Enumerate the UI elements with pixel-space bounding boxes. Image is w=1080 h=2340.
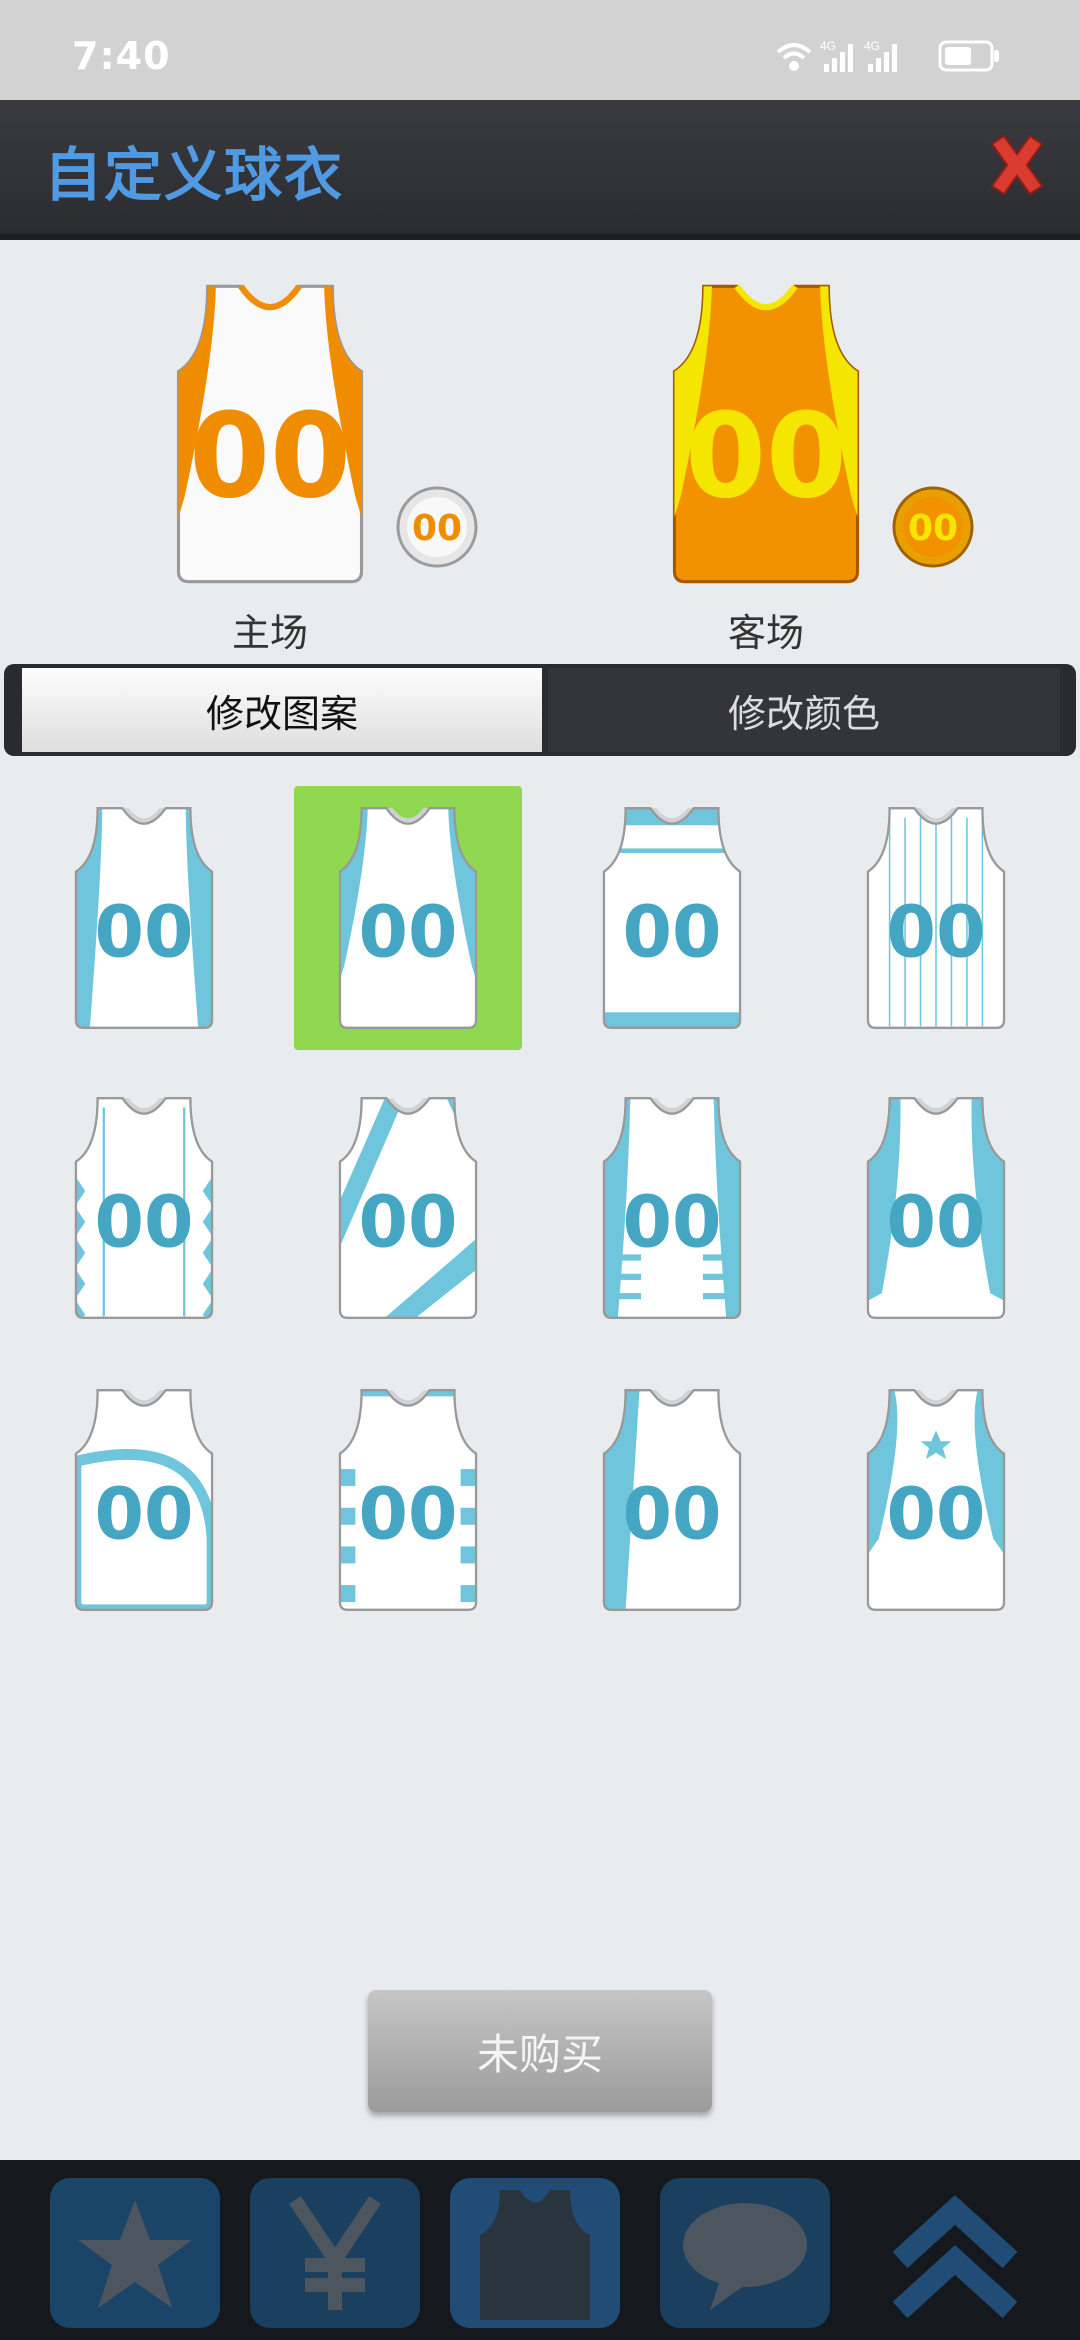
jersey-number: 00 [623, 1181, 722, 1264]
home-label: 主场 [231, 611, 308, 655]
wifi-icon [776, 43, 812, 71]
jersey-number: 00 [95, 1181, 194, 1264]
jersey-number: 00 [359, 891, 458, 974]
jersey-pattern-12[interactable]: 00 [822, 1368, 1050, 1632]
jersey-number: 00 [887, 1473, 986, 1556]
jersey-pattern-icon: 00 [338, 1389, 478, 1611]
jersey-number: 00 [95, 891, 194, 974]
jersey-pattern-icon: 00 [338, 807, 478, 1029]
jersey-pattern-icon: 00 [338, 1097, 478, 1319]
jersey-number: 00 [623, 891, 722, 974]
jersey-pattern-1[interactable]: 00 [30, 786, 258, 1050]
page-title: 自定义球衣 [44, 141, 345, 209]
jersey-pattern-3[interactable]: 00 [558, 786, 786, 1050]
svg-text:00: 00 [412, 508, 462, 549]
yen-icon[interactable] [240, 2170, 430, 2335]
jersey-pattern-11[interactable]: 00 [558, 1368, 786, 1632]
home-badge-icon[interactable]: 00 [396, 486, 478, 568]
jersey-pattern-icon: 00 [602, 1097, 742, 1319]
svg-text:00: 00 [908, 508, 958, 549]
jersey-pattern-10[interactable]: 00 [294, 1368, 522, 1632]
bottom-nav [0, 2160, 1080, 2340]
chat-icon[interactable] [650, 2170, 840, 2335]
jersey-pattern-icon: 00 [74, 1389, 214, 1611]
status-icons: 4G 4G [776, 39, 999, 72]
away-badge-icon[interactable]: 00 [892, 486, 974, 568]
tab-modify-color[interactable]: 修改颜色 [548, 668, 1060, 752]
jersey-number: 00 [359, 1473, 458, 1556]
status-time: 7:40 [72, 34, 171, 78]
jersey-number: 00 [359, 1181, 458, 1264]
jersey-pattern-icon: 00 [866, 807, 1006, 1029]
jersey-pattern-icon: 00 [602, 807, 742, 1029]
tab-bar: 修改图案 修改颜色 [4, 664, 1076, 756]
tab-modify-pattern[interactable]: 修改图案 [22, 668, 542, 752]
jersey-pattern-icon: 00 [74, 807, 214, 1029]
battery-icon [938, 40, 999, 72]
star-icon[interactable] [40, 2170, 230, 2335]
network-type-1: 4G [820, 39, 836, 53]
jersey-pattern-7[interactable]: 00 [558, 1076, 786, 1340]
jersey-icon[interactable] [440, 2170, 630, 2335]
jersey-number: 00 [887, 891, 986, 974]
jersey-pattern-icon: 00 [74, 1097, 214, 1319]
chevron-up-icon[interactable] [860, 2170, 1050, 2335]
status-bar: 7:40 4G 4G [0, 0, 1080, 100]
jersey-pattern-6[interactable]: 00 [294, 1076, 522, 1340]
not-purchased-button[interactable]: 未购买 [368, 1990, 712, 2112]
away-jersey-number: 00 [685, 389, 847, 524]
network-type-2: 4G [864, 39, 880, 53]
away-jersey-preview: 00 [672, 284, 860, 584]
jersey-number: 00 [887, 1181, 986, 1264]
jersey-pattern-9[interactable]: 00 [30, 1368, 258, 1632]
jersey-number: 00 [95, 1473, 194, 1556]
home-jersey-number: 00 [189, 389, 351, 524]
jersey-number: 00 [623, 1473, 722, 1556]
jersey-pattern-8[interactable]: 00 [822, 1076, 1050, 1340]
jersey-pattern-icon: 00 [866, 1389, 1006, 1611]
home-jersey-preview: 00 [176, 284, 364, 584]
jersey-pattern-icon: 00 [602, 1389, 742, 1611]
jersey-pattern-2[interactable]: 00 [294, 786, 522, 1050]
jersey-pattern-4[interactable]: 00 [822, 786, 1050, 1050]
jersey-pattern-icon: 00 [866, 1097, 1006, 1319]
header-bar: 自定义球衣 [0, 100, 1080, 240]
close-icon[interactable] [984, 132, 1050, 198]
away-label: 客场 [727, 611, 804, 655]
jersey-pattern-5[interactable]: 00 [30, 1076, 258, 1340]
